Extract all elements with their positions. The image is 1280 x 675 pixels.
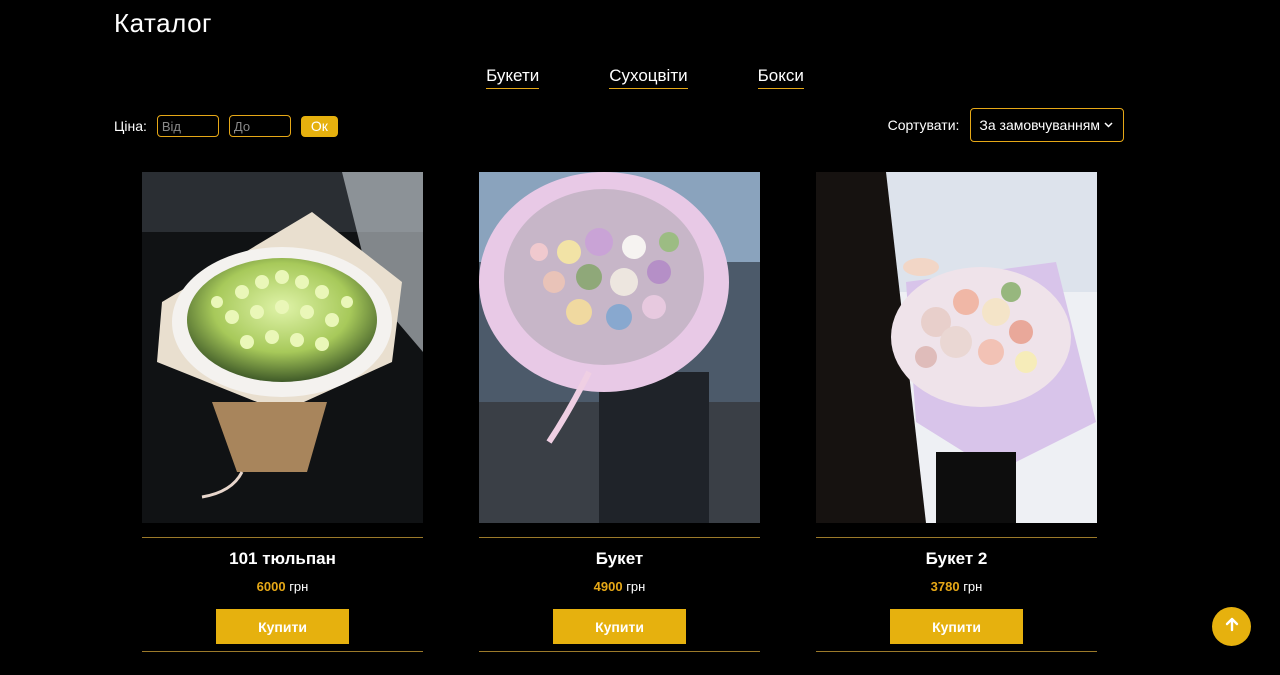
apply-filter-button[interactable]: Ок [300,115,338,137]
card-divider [142,537,423,538]
product-card: 101 тюльпан 6000 грн Купити [142,172,423,652]
card-divider [816,537,1097,538]
product-name: Букет [595,549,644,568]
price-to-input[interactable] [228,115,291,137]
page-title: Каталог [114,8,213,38]
sort-control: Сортувати: За замовчуванням [888,108,1124,142]
scroll-to-top-button[interactable] [1212,607,1251,646]
category-tabs: Букети Сухоцвіти Бокси [0,66,1280,89]
product-price: 6000 грн [142,579,423,594]
card-divider [479,537,760,538]
price-currency: грн [289,579,309,594]
buy-button[interactable]: Купити [216,609,349,644]
price-filter: Ціна: Ок [114,115,338,137]
sort-label: Сортувати: [887,117,960,133]
price-currency: грн [626,579,646,594]
sort-select[interactable]: За замовчуванням [970,108,1124,142]
tab-dried-flowers[interactable]: Сухоцвіти [609,66,688,89]
catalog-page: Каталог Букети Сухоцвіти Бокси Ціна: Ок … [0,0,1280,675]
card-divider [142,651,423,652]
product-image[interactable] [816,172,1097,523]
price-amount: 3780 [930,579,960,594]
price-currency: грн [963,579,983,594]
buy-button[interactable]: Купити [553,609,686,644]
product-image[interactable] [142,172,423,523]
price-amount: 6000 [256,579,286,594]
card-divider [479,651,760,652]
card-divider [816,651,1097,652]
product-image[interactable] [479,172,760,523]
arrow-up-icon [1224,616,1240,637]
price-from-input[interactable] [156,115,219,137]
product-name: 101 тюльпан [229,549,336,568]
tab-bouquets[interactable]: Букети [486,66,540,89]
buy-button[interactable]: Купити [890,609,1023,644]
sort-selected-value: За замовчуванням [979,117,1100,133]
price-amount: 4900 [593,579,623,594]
product-price: 3780 грн [816,579,1097,594]
product-name: Букет 2 [925,549,988,568]
product-card: Букет 2 3780 грн Купити [816,172,1097,652]
price-filter-label: Ціна: [114,118,147,134]
product-card: Букет 4900 грн Купити [479,172,760,652]
chevron-down-icon [1104,120,1113,131]
product-price: 4900 грн [479,579,760,594]
tab-boxes[interactable]: Бокси [757,66,804,89]
